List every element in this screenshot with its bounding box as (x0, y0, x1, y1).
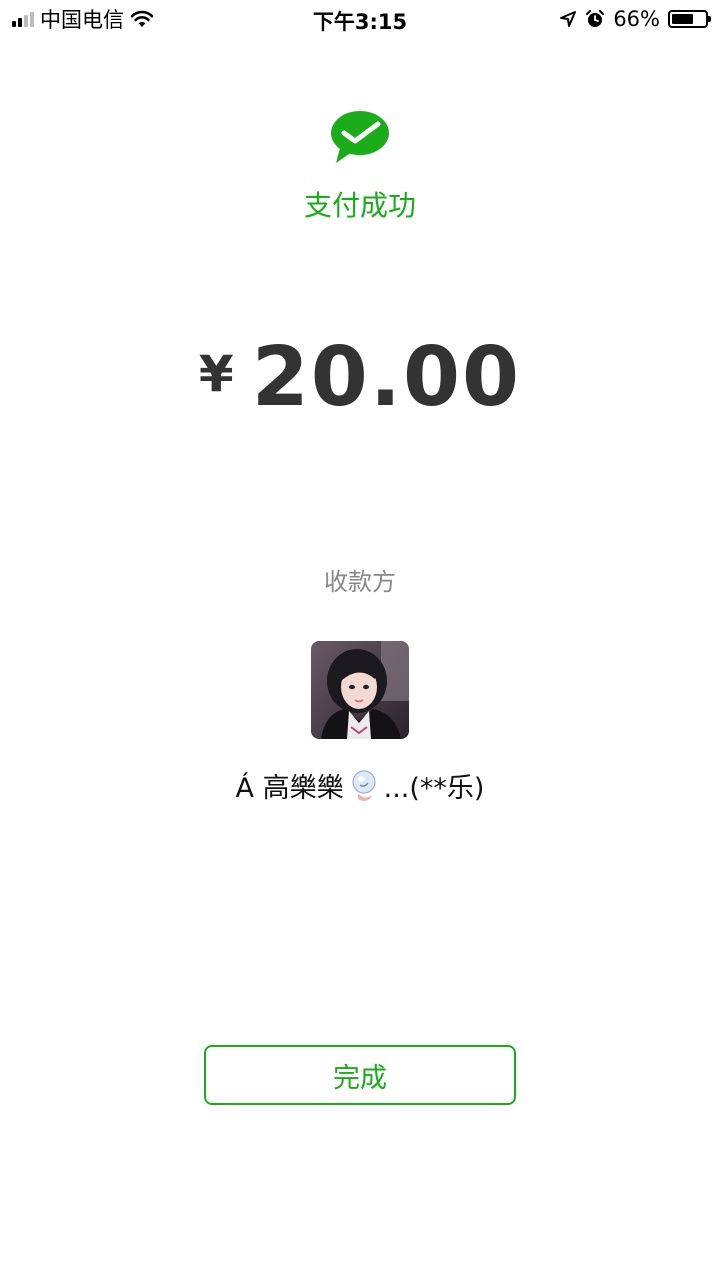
payee-avatar (311, 641, 409, 739)
battery-percentage: 66% (613, 7, 660, 31)
payment-success-page: 中国电信 下午3:15 66% 支付成功 ¥ 20.00 收款方 Á 高樂樂 .… (0, 0, 720, 1280)
location-arrow-icon (560, 11, 577, 27)
payee-label: 收款方 (324, 568, 396, 596)
crystal-ball-emoji-icon (352, 769, 376, 801)
amount-value: 20.00 (251, 330, 522, 425)
wechat-pay-check-icon (331, 111, 389, 163)
battery-icon (668, 10, 711, 28)
status-bar: 中国电信 下午3:15 66% (0, 0, 720, 40)
payment-amount: ¥ 20.00 (0, 330, 720, 425)
payment-success-title: 支付成功 (303, 189, 416, 222)
battery-level (672, 14, 694, 24)
status-bar-right: 66% (559, 6, 711, 32)
currency-symbol: ¥ (198, 345, 234, 403)
payee-name-prefix: Á 高樂樂 (235, 773, 344, 804)
alarm-icon (586, 10, 605, 27)
done-button[interactable]: 完成 (204, 1045, 516, 1105)
payee-name: Á 高樂樂 ...(**乐) (0, 766, 720, 805)
payee-name-suffix: ...(**乐) (383, 773, 485, 804)
